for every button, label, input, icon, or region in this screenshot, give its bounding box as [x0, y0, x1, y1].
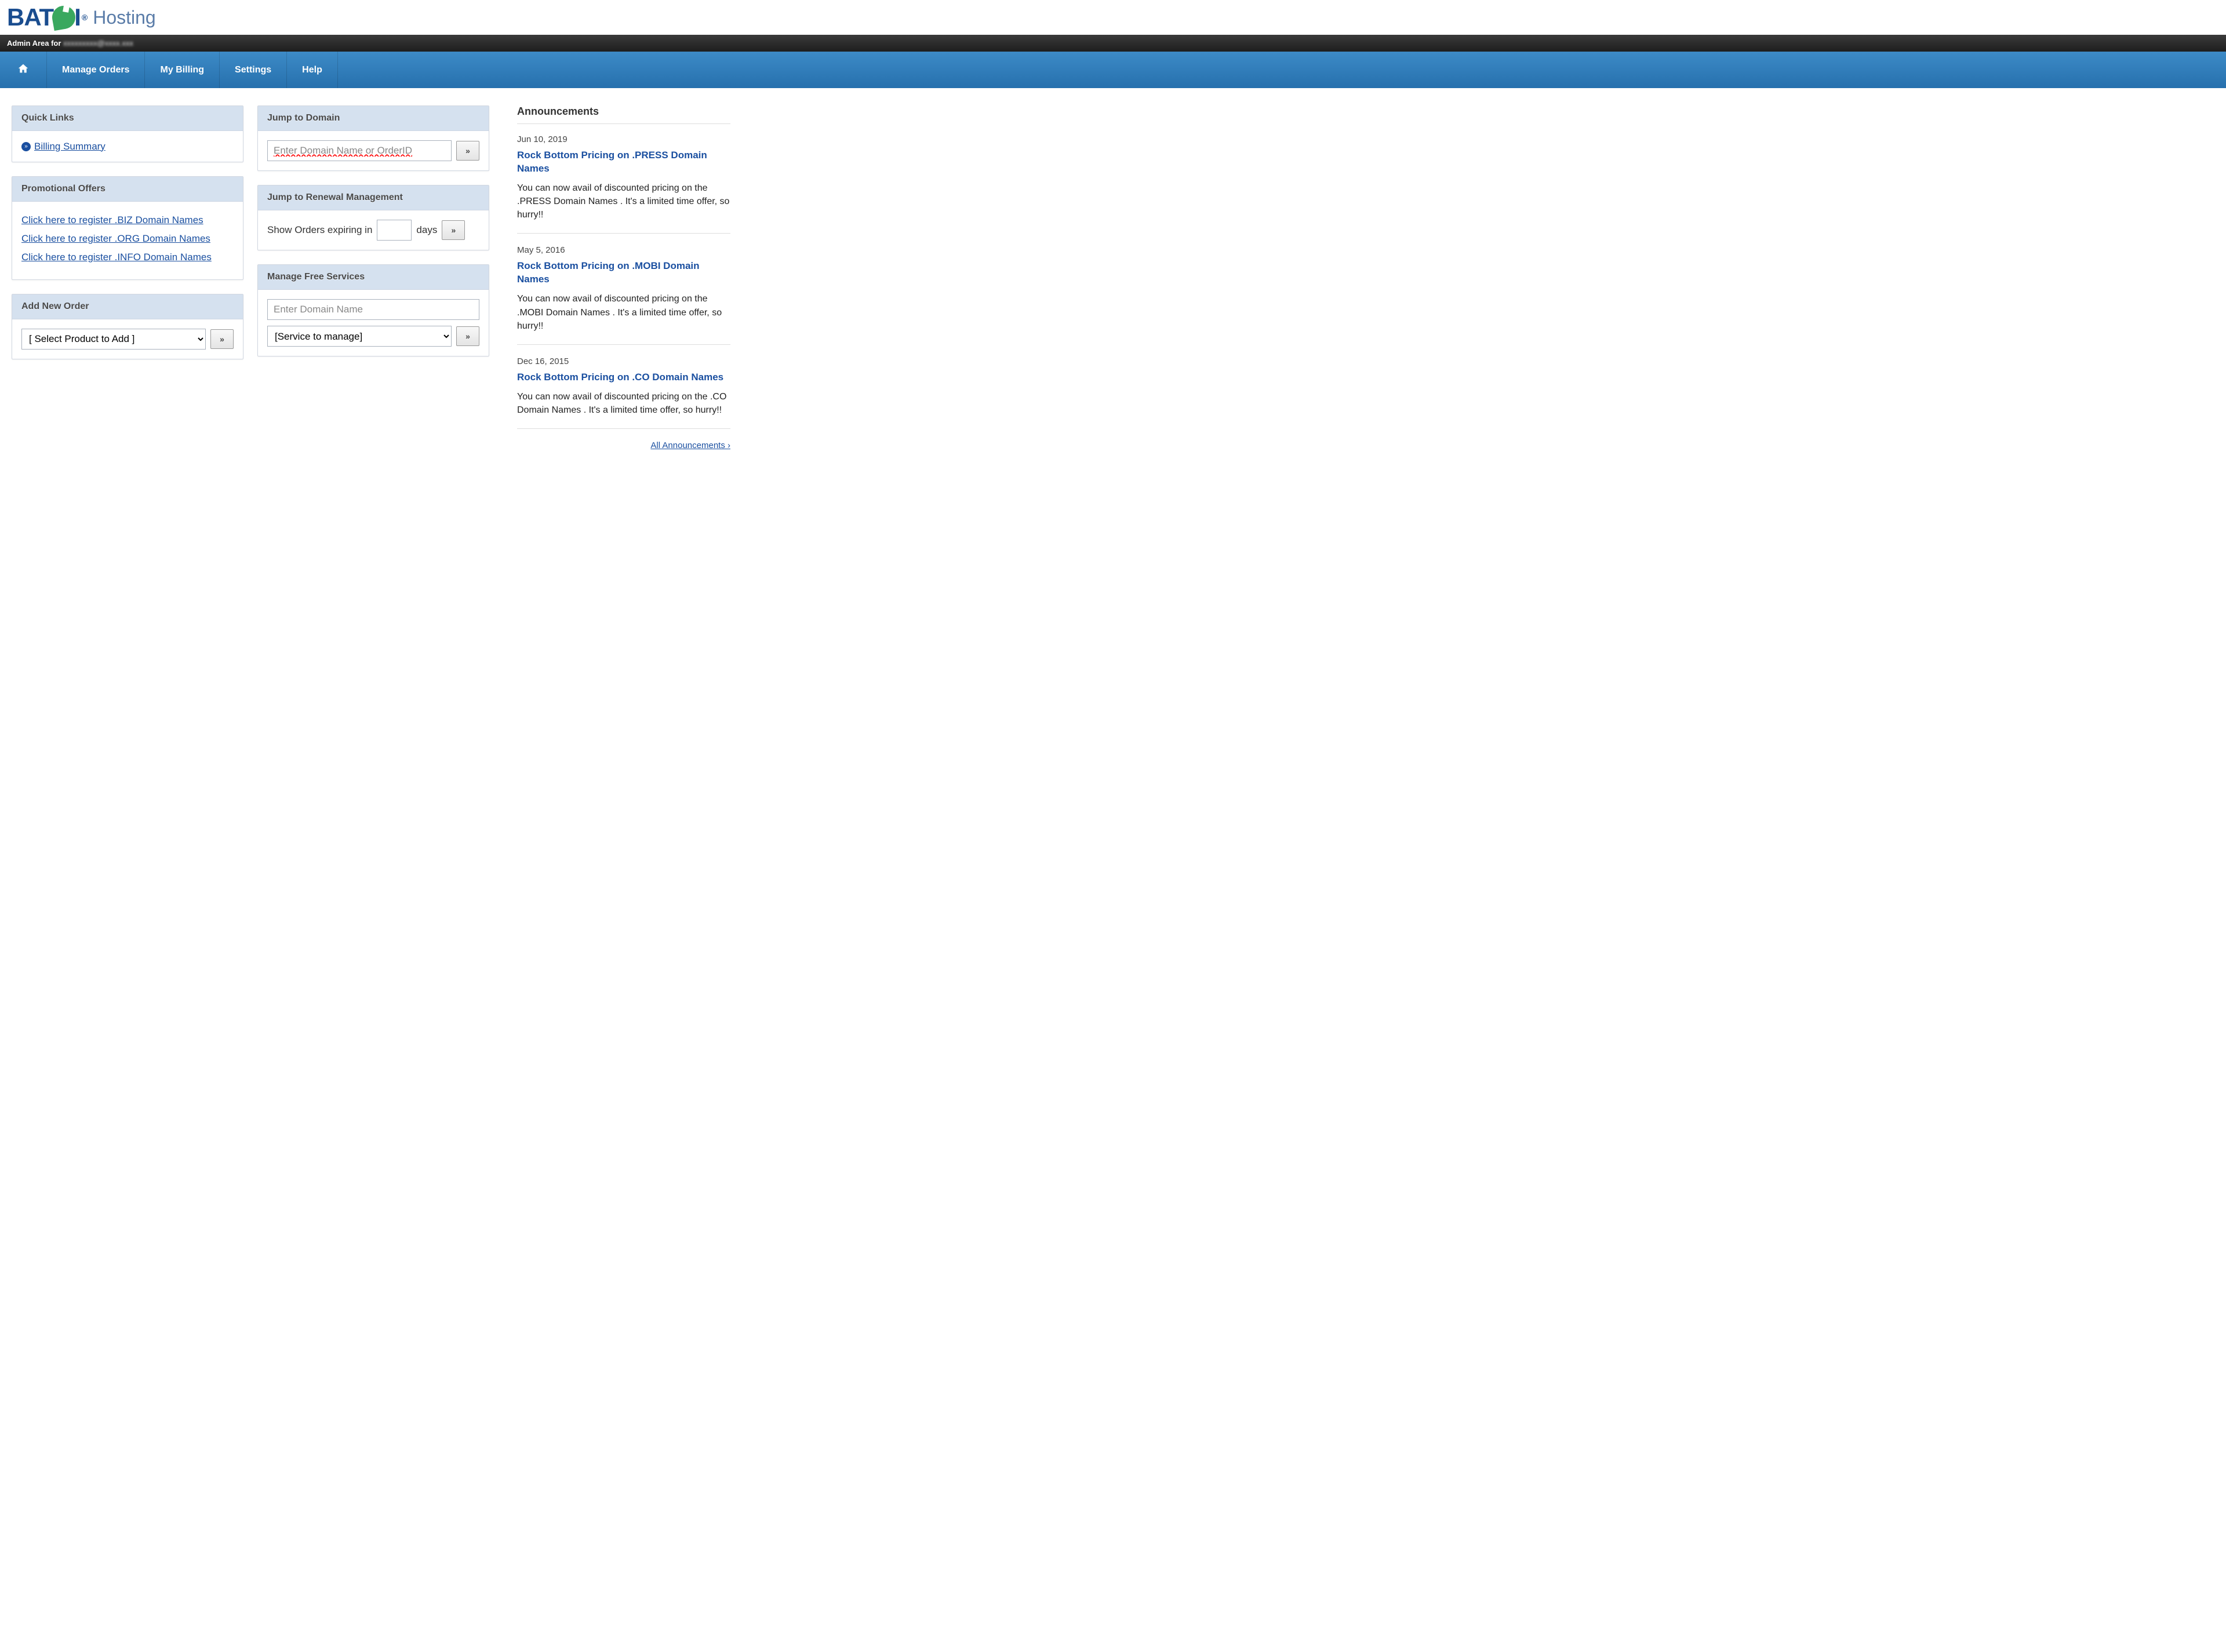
panel-add-new-order: Add New Order [ Select Product to Add ] …: [12, 294, 243, 359]
promo-link-org[interactable]: Click here to register .ORG Domain Names: [21, 233, 234, 245]
announcement-date: May 5, 2016: [517, 245, 730, 255]
announcement-item: Jun 10, 2019 Rock Bottom Pricing on .PRE…: [517, 134, 730, 234]
column-right: Announcements Jun 10, 2019 Rock Bottom P…: [503, 105, 730, 450]
all-announcements-link[interactable]: All Announcements ›: [650, 441, 730, 450]
registered-mark: ®: [82, 13, 87, 22]
promo-link-biz[interactable]: Click here to register .BIZ Domain Names: [21, 214, 234, 226]
panel-renewal-title: Jump to Renewal Management: [258, 185, 489, 210]
renewal-days-input[interactable]: [377, 220, 412, 241]
nav-bar: Manage Orders My Billing Settings Help: [0, 52, 2226, 88]
free-services-go-button[interactable]: »: [456, 326, 479, 346]
announcements-title: Announcements: [517, 105, 730, 124]
panel-jump-domain-title: Jump to Domain: [258, 106, 489, 131]
nav-manage-orders[interactable]: Manage Orders: [47, 52, 145, 88]
renewal-label-suffix: days: [416, 224, 437, 236]
panel-free-services-title: Manage Free Services: [258, 265, 489, 290]
jump-domain-go-button[interactable]: »: [456, 141, 479, 161]
nav-my-billing[interactable]: My Billing: [145, 52, 220, 88]
jump-domain-input[interactable]: [267, 140, 452, 161]
panel-quick-links-title: Quick Links: [12, 106, 243, 131]
link-billing-summary[interactable]: » Billing Summary: [21, 141, 106, 152]
renewal-label-prefix: Show Orders expiring in: [267, 224, 372, 236]
nav-home[interactable]: [0, 52, 47, 88]
admin-email-obscured: xxxxxxxxx@xxxx.xxx: [63, 39, 133, 48]
link-billing-summary-label: Billing Summary: [34, 141, 106, 152]
announcement-item: May 5, 2016 Rock Bottom Pricing on .MOBI…: [517, 245, 730, 344]
nav-settings[interactable]: Settings: [220, 52, 287, 88]
free-services-select[interactable]: [Service to manage]: [267, 326, 452, 347]
announcement-title-link[interactable]: Rock Bottom Pricing on .CO Domain Names: [517, 371, 730, 384]
announcement-date: Dec 16, 2015: [517, 356, 730, 366]
announcement-date: Jun 10, 2019: [517, 134, 730, 144]
logo-bar: BAT I ® Hosting: [0, 0, 2226, 35]
home-icon: [17, 63, 29, 77]
nav-help[interactable]: Help: [287, 52, 338, 88]
brand-suffix: Hosting: [93, 7, 156, 28]
free-services-domain-input[interactable]: [267, 299, 479, 320]
brand-left: BAT: [7, 3, 53, 31]
panel-manage-free-services: Manage Free Services [Service to manage]…: [257, 264, 489, 356]
leaf-icon: [50, 4, 77, 31]
panel-promo-title: Promotional Offers: [12, 177, 243, 202]
main-content: Quick Links » Billing Summary Promotiona…: [0, 88, 742, 468]
panel-promotional-offers: Promotional Offers Click here to registe…: [12, 176, 243, 280]
announcement-body: You can now avail of discounted pricing …: [517, 181, 730, 222]
add-order-go-button[interactable]: »: [210, 329, 234, 349]
admin-bar: Admin Area for xxxxxxxxx@xxxx.xxx: [0, 35, 2226, 52]
column-middle: Jump to Domain » Jump to Renewal Managem…: [257, 105, 489, 450]
announcement-body: You can now avail of discounted pricing …: [517, 292, 730, 333]
admin-prefix: Admin Area for: [7, 39, 61, 48]
brand-logo: BAT I ®: [7, 3, 87, 31]
announcement-title-link[interactable]: Rock Bottom Pricing on .MOBI Domain Name…: [517, 260, 730, 286]
panel-add-order-title: Add New Order: [12, 294, 243, 319]
renewal-go-button[interactable]: »: [442, 220, 465, 240]
column-left: Quick Links » Billing Summary Promotiona…: [12, 105, 243, 450]
panel-quick-links: Quick Links » Billing Summary: [12, 105, 243, 162]
panel-renewal-management: Jump to Renewal Management Show Orders e…: [257, 185, 489, 250]
announcement-body: You can now avail of discounted pricing …: [517, 390, 730, 417]
panel-jump-to-domain: Jump to Domain »: [257, 105, 489, 171]
announcement-title-link[interactable]: Rock Bottom Pricing on .PRESS Domain Nam…: [517, 149, 730, 176]
select-product[interactable]: [ Select Product to Add ]: [21, 329, 206, 350]
announcement-item: Dec 16, 2015 Rock Bottom Pricing on .CO …: [517, 356, 730, 429]
chevron-right-badge-icon: »: [21, 142, 31, 151]
promo-link-info[interactable]: Click here to register .INFO Domain Name…: [21, 252, 234, 263]
